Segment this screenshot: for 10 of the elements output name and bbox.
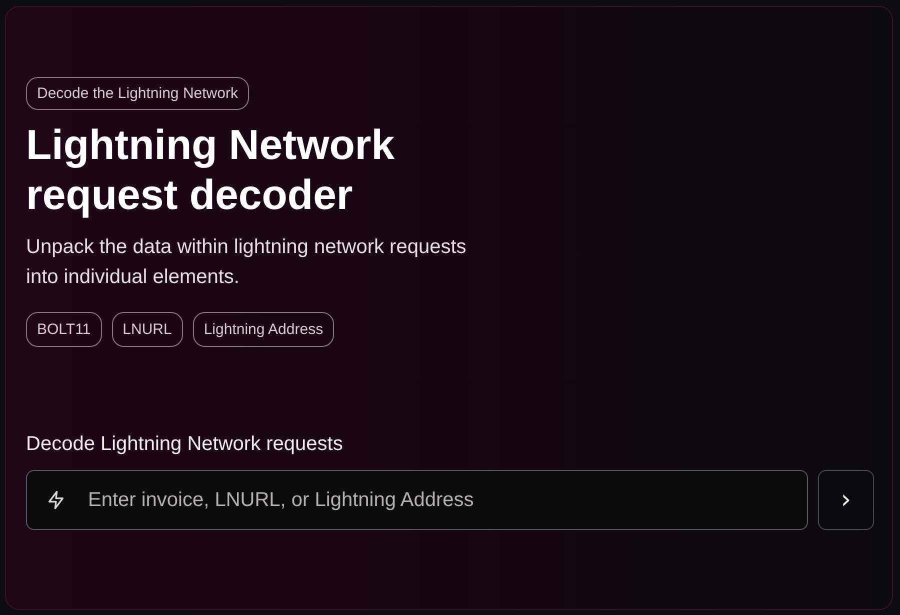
field-label: Decode Lightning Network requests [26,433,343,456]
section-badge: Decode the Lightning Network [26,77,249,110]
format-tag: Lightning Address [192,312,334,347]
lightning-icon [46,490,66,510]
submit-button[interactable]: › [818,470,874,530]
page-subtitle: Unpack the data within lightning network requests into individual elements. [26,235,468,290]
format-tag: LNURL [112,312,183,347]
format-tag: BOLT11 [26,312,102,347]
page-title: Lightning Network request decoder [26,120,396,220]
request-input-field[interactable]: Enter invoice, LNURL, or Lightning Address [26,470,808,530]
